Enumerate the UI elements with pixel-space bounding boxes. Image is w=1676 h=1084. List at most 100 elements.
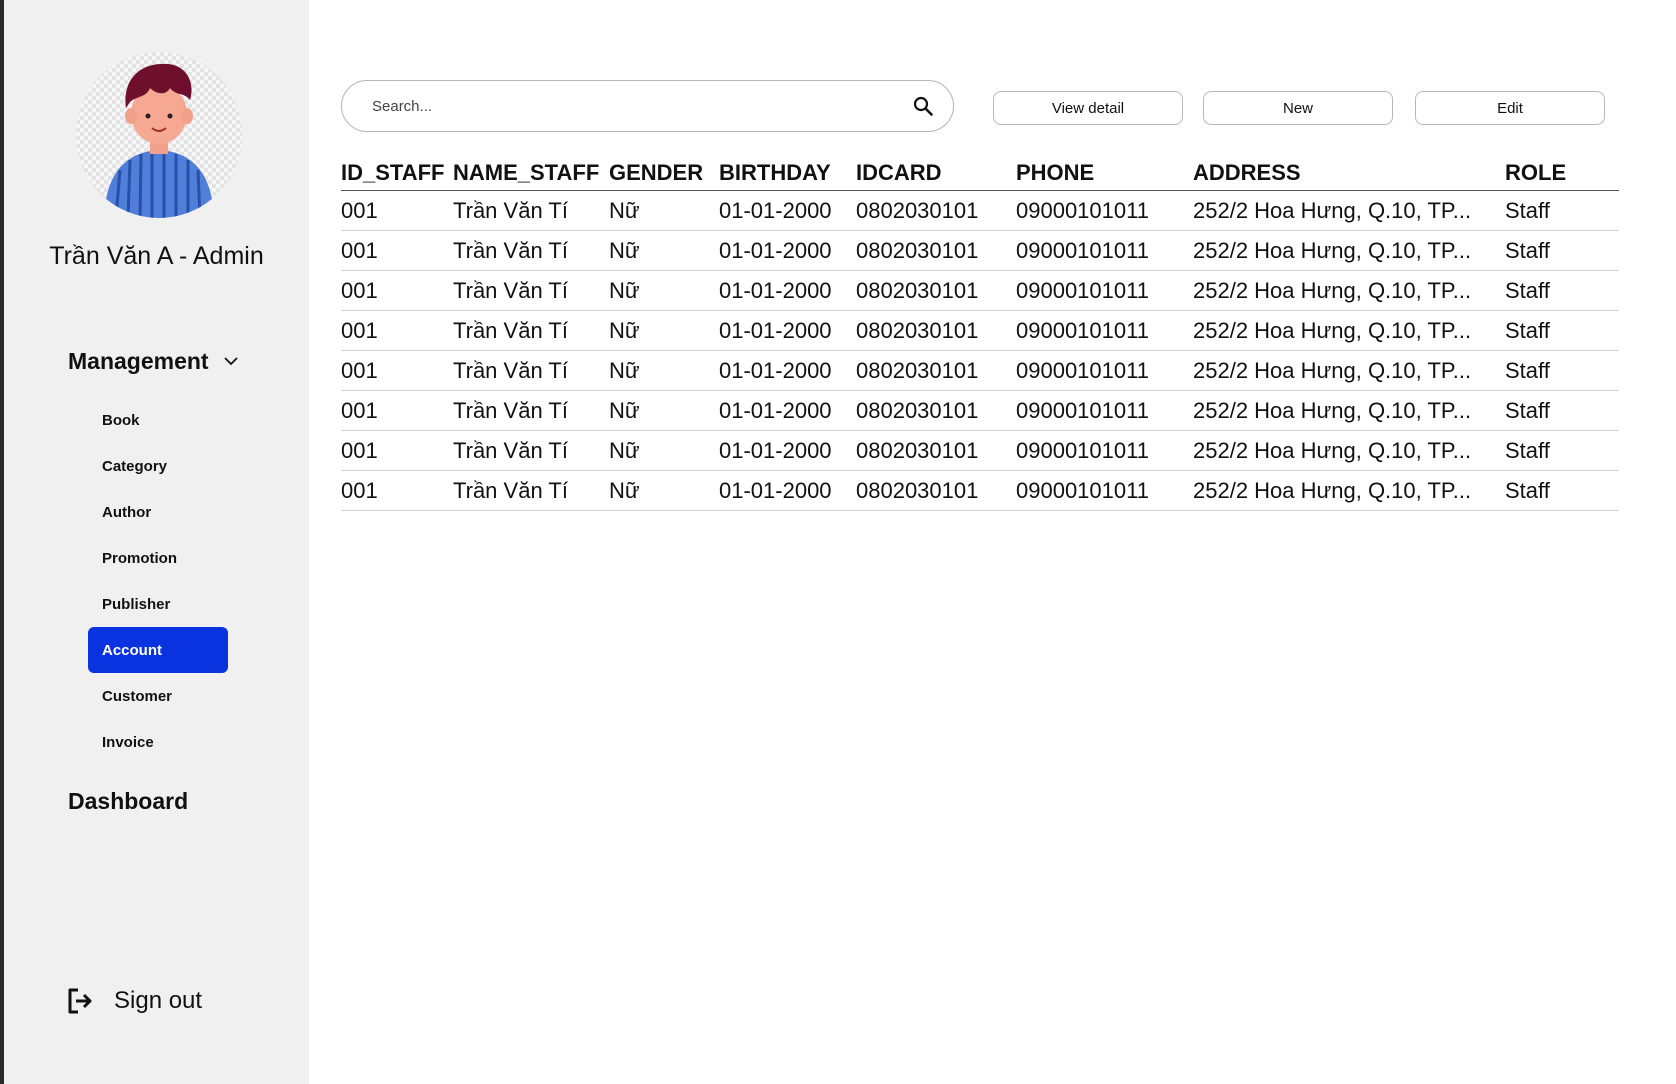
table-row[interactable]: 001 Trần Văn Tí Nữ 01-01-2000 0802030101…	[341, 430, 1619, 471]
search-icon[interactable]	[913, 96, 933, 116]
cell-id-staff: 001	[341, 430, 453, 471]
sign-out-icon	[68, 988, 92, 1014]
table-row[interactable]: 001 Trần Văn Tí Nữ 01-01-2000 0802030101…	[341, 230, 1619, 271]
table-row[interactable]: 001 Trần Văn Tí Nữ 01-01-2000 0802030101…	[341, 350, 1619, 391]
cell-name-staff: Trần Văn Tí	[453, 350, 609, 391]
menu-item-publisher[interactable]: Publisher	[88, 581, 228, 627]
table-header-row: ID_STAFF NAME_STAFF GENDER BIRTHDAY IDCA…	[341, 156, 1619, 191]
menu-item-book[interactable]: Book	[88, 397, 228, 443]
dashboard-link[interactable]: Dashboard	[68, 788, 188, 815]
column-header-gender: GENDER	[609, 156, 719, 191]
cell-name-staff: Trần Văn Tí	[453, 270, 609, 311]
menu-item-invoice[interactable]: Invoice	[88, 719, 228, 765]
cell-address: 252/2 Hoa Hưng, Q.10, TP...	[1193, 230, 1505, 271]
cell-role: Staff	[1505, 470, 1619, 511]
menu-item-customer[interactable]: Customer	[88, 673, 228, 719]
cell-idcard: 0802030101	[856, 350, 1016, 391]
cell-birthday: 01-01-2000	[719, 470, 856, 511]
cell-gender: Nữ	[609, 230, 719, 271]
cell-name-staff: Trần Văn Tí	[453, 190, 609, 231]
search-input[interactable]	[370, 96, 894, 116]
cell-name-staff: Trần Văn Tí	[453, 390, 609, 431]
cell-address: 252/2 Hoa Hưng, Q.10, TP...	[1193, 310, 1505, 351]
cell-gender: Nữ	[609, 390, 719, 431]
menu-item-promotion[interactable]: Promotion	[88, 535, 228, 581]
cell-gender: Nữ	[609, 350, 719, 391]
cell-phone: 09000101011	[1016, 470, 1193, 511]
sign-out-button[interactable]: Sign out	[66, 987, 202, 1015]
cell-birthday: 01-01-2000	[719, 350, 856, 391]
menu-item-author[interactable]: Author	[88, 489, 228, 535]
cell-idcard: 0802030101	[856, 430, 1016, 471]
cell-phone: 09000101011	[1016, 190, 1193, 231]
edit-button[interactable]: Edit	[1415, 91, 1605, 125]
app-window: Trần Văn A - Admin Management Book Categ…	[4, 0, 1676, 1084]
cell-id-staff: 001	[341, 230, 453, 271]
cell-phone: 09000101011	[1016, 350, 1193, 391]
column-header-role: ROLE	[1505, 156, 1619, 191]
table-row[interactable]: 001 Trần Văn Tí Nữ 01-01-2000 0802030101…	[341, 270, 1619, 311]
staff-table: ID_STAFF NAME_STAFF GENDER BIRTHDAY IDCA…	[341, 156, 1619, 511]
column-header-name-staff: NAME_STAFF	[453, 156, 609, 191]
table-row[interactable]: 001 Trần Văn Tí Nữ 01-01-2000 0802030101…	[341, 310, 1619, 351]
cell-idcard: 0802030101	[856, 190, 1016, 231]
sign-out-label: Sign out	[114, 987, 203, 1014]
cell-address: 252/2 Hoa Hưng, Q.10, TP...	[1193, 390, 1505, 431]
cell-address: 252/2 Hoa Hưng, Q.10, TP...	[1193, 470, 1505, 511]
cell-gender: Nữ	[609, 190, 719, 231]
column-header-phone: PHONE	[1016, 156, 1193, 191]
cell-idcard: 0802030101	[856, 470, 1016, 511]
cell-address: 252/2 Hoa Hưng, Q.10, TP...	[1193, 350, 1505, 391]
chevron-down-icon	[223, 357, 238, 366]
cell-name-staff: Trần Văn Tí	[453, 230, 609, 271]
avatar-icon	[104, 63, 214, 218]
cell-idcard: 0802030101	[856, 310, 1016, 351]
cell-role: Staff	[1505, 230, 1619, 271]
view-detail-button[interactable]: View detail	[993, 91, 1183, 125]
table-row[interactable]: 001 Trần Văn Tí Nữ 01-01-2000 0802030101…	[341, 390, 1619, 431]
menu-item-account[interactable]: Account	[88, 627, 228, 673]
menu-item-category[interactable]: Category	[88, 443, 228, 489]
cell-idcard: 0802030101	[856, 230, 1016, 271]
cell-phone: 09000101011	[1016, 430, 1193, 471]
cell-role: Staff	[1505, 270, 1619, 311]
cell-birthday: 01-01-2000	[719, 430, 856, 471]
cell-gender: Nữ	[609, 430, 719, 471]
cell-id-staff: 001	[341, 310, 453, 351]
cell-gender: Nữ	[609, 310, 719, 351]
cell-gender: Nữ	[609, 270, 719, 311]
search-bar	[341, 80, 954, 132]
cell-phone: 09000101011	[1016, 230, 1193, 271]
cell-gender: Nữ	[609, 470, 719, 511]
cell-id-staff: 001	[341, 190, 453, 231]
cell-role: Staff	[1505, 310, 1619, 351]
cell-name-staff: Trần Văn Tí	[453, 430, 609, 471]
table-row[interactable]: 001 Trần Văn Tí Nữ 01-01-2000 0802030101…	[341, 190, 1619, 231]
cell-address: 252/2 Hoa Hưng, Q.10, TP...	[1193, 190, 1505, 231]
user-name: Trần Văn A - Admin	[49, 242, 264, 270]
cell-birthday: 01-01-2000	[719, 390, 856, 431]
column-header-idcard: IDCARD	[856, 156, 1016, 191]
cell-phone: 09000101011	[1016, 390, 1193, 431]
cell-birthday: 01-01-2000	[719, 190, 856, 231]
cell-phone: 09000101011	[1016, 270, 1193, 311]
column-header-id-staff: ID_STAFF	[341, 156, 453, 191]
cell-role: Staff	[1505, 190, 1619, 231]
cell-role: Staff	[1505, 390, 1619, 431]
avatar	[76, 52, 242, 218]
cell-id-staff: 001	[341, 390, 453, 431]
cell-id-staff: 001	[341, 350, 453, 391]
cell-idcard: 0802030101	[856, 270, 1016, 311]
cell-id-staff: 001	[341, 470, 453, 511]
cell-address: 252/2 Hoa Hưng, Q.10, TP...	[1193, 270, 1505, 311]
management-label: Management	[68, 347, 209, 374]
cell-role: Staff	[1505, 350, 1619, 391]
management-menu: Book Category Author Promotion Publisher…	[88, 397, 228, 765]
management-toggle[interactable]: Management	[68, 345, 239, 377]
cell-address: 252/2 Hoa Hưng, Q.10, TP...	[1193, 430, 1505, 471]
table-row[interactable]: 001 Trần Văn Tí Nữ 01-01-2000 0802030101…	[341, 470, 1619, 511]
sidebar: Trần Văn A - Admin Management Book Categ…	[4, 0, 309, 1084]
cell-phone: 09000101011	[1016, 310, 1193, 351]
cell-birthday: 01-01-2000	[719, 270, 856, 311]
new-button[interactable]: New	[1203, 91, 1393, 125]
